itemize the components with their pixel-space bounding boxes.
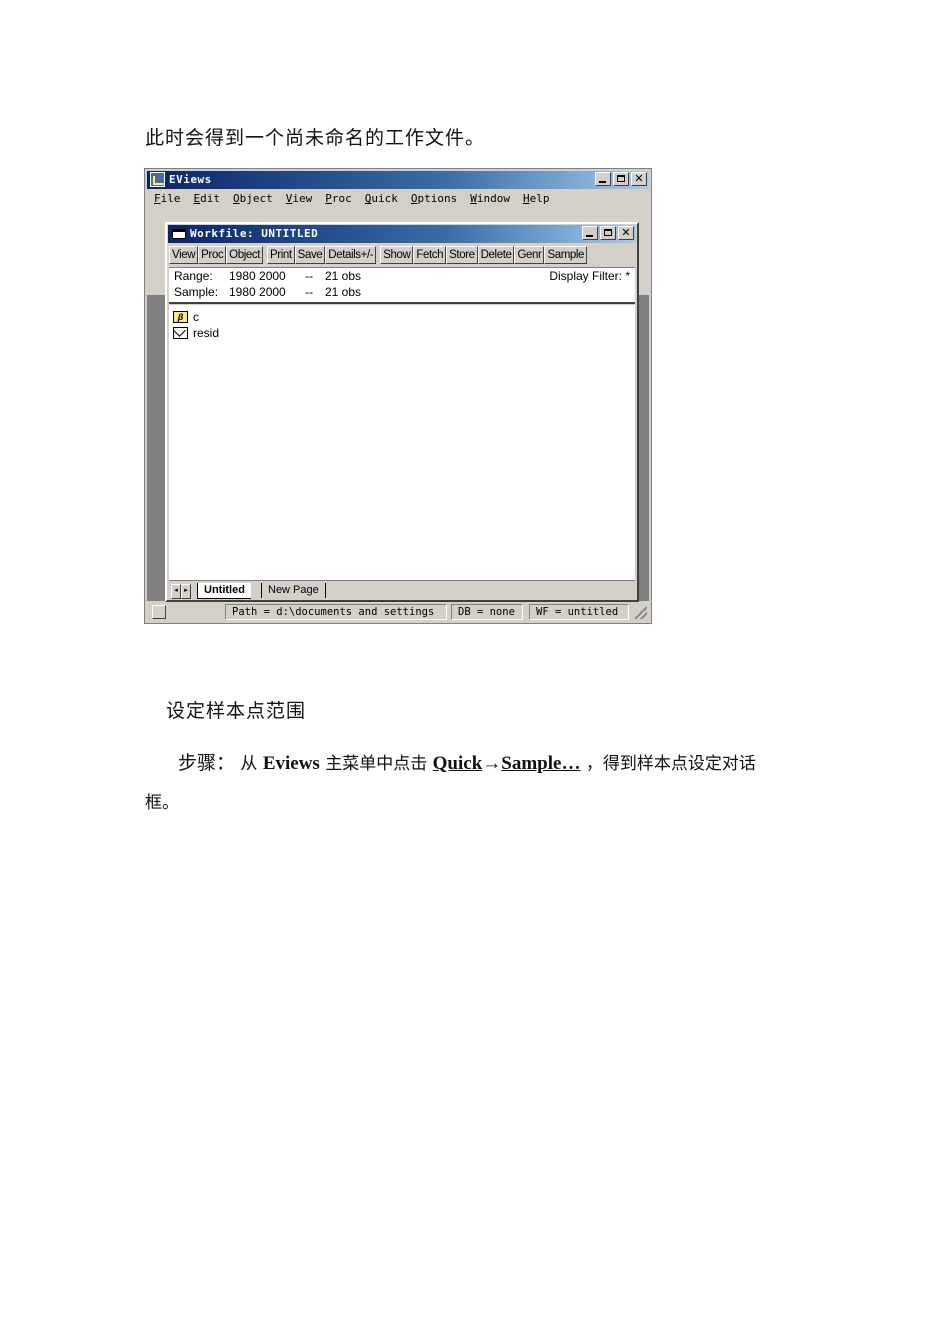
status-wf[interactable]: WF = untitled xyxy=(529,604,629,620)
step-arrow: → xyxy=(482,753,502,774)
range-separator: -- xyxy=(305,269,313,283)
range-obs: 21 obs xyxy=(325,269,362,283)
menu-options[interactable]: Options xyxy=(404,189,463,208)
toolbar-show-button[interactable]: Show xyxy=(380,246,414,264)
workfile-toolbar: View Proc Object Print Save Details+/- S… xyxy=(169,246,588,264)
app-titlebar[interactable]: EViews ✕ xyxy=(147,171,649,189)
status-path[interactable]: Path = d:\documents and settings xyxy=(225,604,447,620)
step-continuation: 框。 xyxy=(145,793,179,813)
toolbar-sample-button[interactable]: Sample xyxy=(544,246,588,264)
minimize-button[interactable] xyxy=(595,172,611,186)
step-prefix: 从 xyxy=(240,754,258,774)
sample-separator: -- xyxy=(305,285,313,299)
step-paragraph: 步骤： 从 Eviews 主菜单中点击 Quick→Sample… ，得到样本点… xyxy=(178,748,756,775)
sample-label: Sample: xyxy=(174,285,219,299)
maximize-button[interactable] xyxy=(613,172,629,186)
status-db[interactable]: DB = none xyxy=(451,604,523,620)
eviews-app-icon[interactable] xyxy=(150,172,165,187)
workfile-close-button[interactable]: ✕ xyxy=(618,226,634,240)
list-item[interactable]: β c xyxy=(173,310,199,324)
menu-quick[interactable]: Quick xyxy=(358,189,404,208)
menu-view[interactable]: View xyxy=(279,189,319,208)
step-app-name: Eviews xyxy=(262,753,320,774)
intro-paragraph: 此时会得到一个尚未命名的工作文件。 xyxy=(145,127,486,149)
tab-untitled[interactable]: Untitled xyxy=(197,583,251,599)
series-icon xyxy=(173,327,188,339)
menu-bar: File Edit Object View Proc Quick Options… xyxy=(147,189,649,208)
workfile-icon xyxy=(172,229,186,239)
workfile-titlebar[interactable]: Workfile: UNTITLED ✕ xyxy=(168,225,636,243)
step-label: 步骤： xyxy=(178,752,236,774)
toolbar-print-button[interactable]: Print xyxy=(267,246,295,264)
resize-grip-icon[interactable] xyxy=(635,607,647,619)
toolbar-details-button[interactable]: Details+/- xyxy=(325,246,377,264)
menu-proc[interactable]: Proc xyxy=(318,189,358,208)
close-button[interactable]: ✕ xyxy=(631,172,647,186)
workfile-minimize-button[interactable] xyxy=(582,226,598,240)
sample-value: 1980 2000 xyxy=(229,285,286,299)
step-suffix: ，得到样本点设定对话 xyxy=(585,754,756,774)
page-tabs: ◂ ▸ Untitled New Page xyxy=(169,583,635,600)
object-name: c xyxy=(193,310,199,324)
toolbar-view-button[interactable]: View xyxy=(169,246,199,264)
toolbar-delete-button[interactable]: Delete xyxy=(477,246,515,264)
app-title: EViews xyxy=(169,173,212,186)
section-heading: 设定样本点范围 xyxy=(166,700,307,722)
workfile-maximize-button[interactable] xyxy=(600,226,616,240)
sample-row[interactable]: Sample: 1980 2000 -- 21 obs xyxy=(174,285,361,299)
step-mid: 主菜单中点击 xyxy=(325,754,428,774)
toolbar-fetch-button[interactable]: Fetch xyxy=(413,246,447,264)
menu-help[interactable]: Help xyxy=(516,189,556,208)
tab-new-page[interactable]: New Page xyxy=(261,583,326,598)
sample-obs: 21 obs xyxy=(325,285,362,299)
toolbar-proc-button[interactable]: Proc xyxy=(198,246,227,264)
tab-scroll-right-icon[interactable]: ▸ xyxy=(181,584,191,599)
status-bar: Path = d:\documents and settings DB = no… xyxy=(147,603,649,621)
display-filter[interactable]: Display Filter: * xyxy=(549,269,630,283)
range-row[interactable]: Range: 1980 2000 -- 21 obs xyxy=(174,269,361,283)
object-name: resid xyxy=(193,326,220,340)
step-menu-quick: Quick xyxy=(432,753,483,774)
toolbar-genr-button[interactable]: Genr xyxy=(514,246,545,264)
workfile-title: Workfile: UNTITLED xyxy=(190,227,319,240)
workfile-info-panel[interactable]: Range: 1980 2000 -- 21 obs Sample: 1980 … xyxy=(169,267,635,304)
step-menu-sample: Sample… xyxy=(501,753,581,774)
workfile-window: Workfile: UNTITLED ✕ View Proc Object Pr… xyxy=(165,222,639,602)
status-toggle[interactable] xyxy=(152,605,166,619)
tab-scroll-left-icon[interactable]: ◂ xyxy=(171,584,181,599)
coefficient-icon: β xyxy=(173,311,188,323)
range-value: 1980 2000 xyxy=(229,269,286,283)
workfile-object-list[interactable]: β c resid xyxy=(169,305,635,581)
toolbar-object-button[interactable]: Object xyxy=(226,246,264,264)
eviews-window: EViews ✕ File Edit Object View Proc Quic… xyxy=(144,168,652,624)
menu-window[interactable]: Window xyxy=(463,189,516,208)
menu-object[interactable]: Object xyxy=(226,189,279,208)
list-item[interactable]: resid xyxy=(173,326,219,340)
toolbar-store-button[interactable]: Store xyxy=(446,246,478,264)
menu-edit[interactable]: Edit xyxy=(187,189,227,208)
menu-file[interactable]: File xyxy=(147,189,187,208)
toolbar-save-button[interactable]: Save xyxy=(294,246,326,264)
range-label: Range: xyxy=(174,269,213,283)
